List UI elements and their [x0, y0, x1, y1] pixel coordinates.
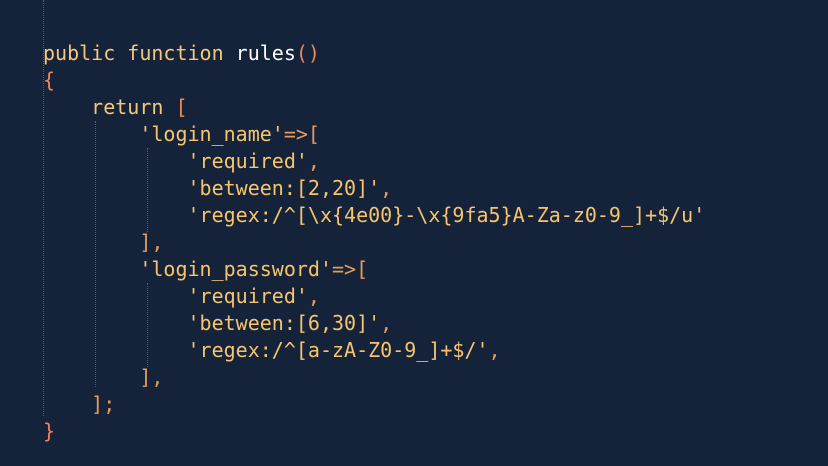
- function-name: rules: [235, 41, 296, 65]
- code-line-9: 'login_password'=>[: [43, 256, 368, 283]
- close-brace: }: [43, 419, 56, 443]
- comma: ,: [380, 311, 393, 335]
- rule-between: 'between:[6,30]': [187, 311, 381, 335]
- keyword-return: return: [91, 95, 164, 119]
- code-line-2: {: [43, 67, 55, 94]
- code-line-3: return [: [43, 94, 188, 121]
- code-line-14: ];: [43, 391, 115, 418]
- comma: ,: [488, 338, 501, 362]
- code-line-13: ],: [43, 364, 163, 391]
- rule-required: 'required': [187, 149, 308, 173]
- keyword-public: public: [43, 41, 116, 65]
- code-line-7: 'regex:/^[\x{4e00}-\x{9fa5}A-Za-z0-9_]+$…: [43, 202, 706, 229]
- function-parens: (): [295, 41, 320, 65]
- rule-between: 'between:[2,20]': [187, 176, 381, 200]
- rule-regex: 'regex:/^[a-zA-Z0-9_]+$/': [187, 338, 489, 362]
- code-line-11: 'between:[6,30]',: [43, 310, 393, 337]
- arrow-operator: =>[: [283, 122, 320, 146]
- keyword-function: function: [127, 41, 224, 65]
- key-login-password: 'login_password': [139, 257, 332, 281]
- code-line-10: 'required',: [43, 283, 320, 310]
- code-line-15: }: [43, 418, 55, 445]
- arrow-operator: =>[: [331, 257, 369, 281]
- rule-required: 'required': [187, 284, 308, 308]
- code-line-8: ],: [43, 229, 163, 256]
- key-login-name: 'login_name': [139, 122, 284, 146]
- code-line-1: public function rules(): [43, 40, 320, 67]
- comma: ,: [307, 149, 320, 173]
- close-array: ],: [139, 365, 164, 389]
- open-brace: {: [43, 68, 56, 92]
- code-line-5: 'required',: [43, 148, 320, 175]
- open-bracket: [: [175, 95, 188, 119]
- code-editor[interactable]: public function rules() { return [ 'logi…: [0, 0, 828, 466]
- rule-regex: 'regex:/^[\x{4e00}-\x{9fa5}A-Za-z0-9_]+$…: [187, 203, 706, 227]
- code-line-6: 'between:[2,20]',: [43, 175, 393, 202]
- comma: ,: [380, 176, 393, 200]
- code-line-12: 'regex:/^[a-zA-Z0-9_]+$/',: [43, 337, 501, 364]
- close-array: ],: [139, 230, 164, 254]
- code-line-4: 'login_name'=>[: [43, 121, 320, 148]
- close-return: ];: [91, 392, 116, 416]
- comma: ,: [307, 284, 320, 308]
